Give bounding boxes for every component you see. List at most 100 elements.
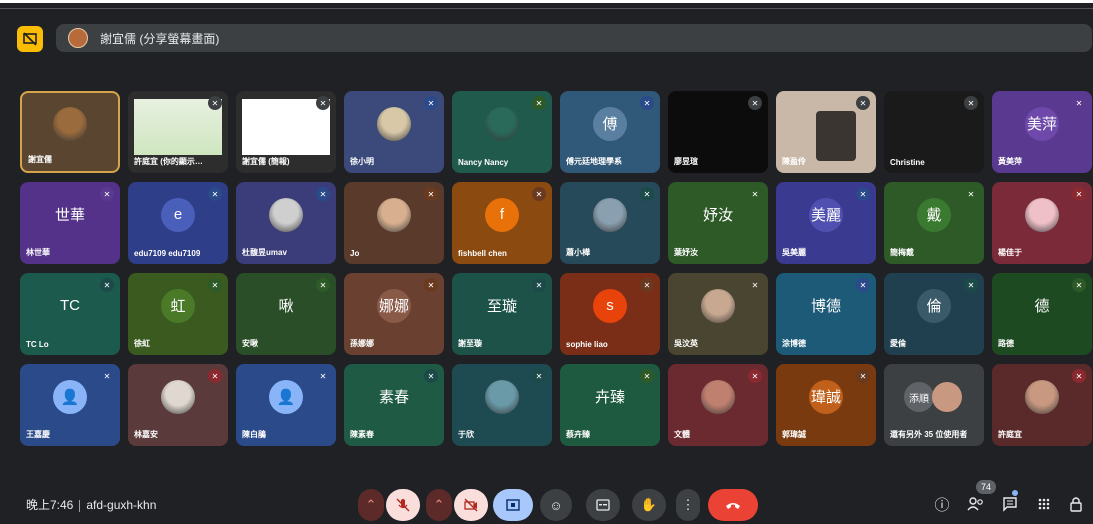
participant-initials: 妤汝 bbox=[701, 197, 735, 232]
participant-name: 陳盈伶 bbox=[782, 157, 806, 166]
participant-tile[interactable]: ✕ 謝宜儒 (簡報) bbox=[236, 91, 336, 173]
camera-toggle-button[interactable] bbox=[454, 489, 488, 521]
mic-muted-icon: ✕ bbox=[316, 187, 330, 201]
stop-presenting-button[interactable] bbox=[17, 26, 43, 52]
participant-tile[interactable]: 娜娜 ✕ 孫娜娜 bbox=[344, 273, 444, 355]
participant-tile[interactable]: ✕ 于欣 bbox=[452, 364, 552, 446]
participant-tile[interactable]: f ✕ fishbell chen bbox=[452, 182, 552, 264]
chat-button[interactable] bbox=[1000, 494, 1020, 514]
presenter-bar: 謝宜儒 (分享螢幕畫面) bbox=[56, 24, 1092, 52]
raise-hand-button[interactable]: ✋ bbox=[632, 489, 666, 521]
participant-tile[interactable]: s ✕ sophie liao bbox=[560, 273, 660, 355]
participant-tile[interactable]: ✕ 林嘉安 bbox=[128, 364, 228, 446]
participant-tile[interactable]: 世華 ✕ 林世華 bbox=[20, 182, 120, 264]
mic-muted-icon: ✕ bbox=[424, 96, 438, 110]
participant-initials: 👤 bbox=[53, 379, 87, 414]
mic-muted-icon: ✕ bbox=[856, 369, 870, 383]
participant-tile[interactable]: ✕ Nancy Nancy bbox=[452, 91, 552, 173]
participant-initials: 瑋誠 bbox=[809, 379, 843, 414]
leave-call-button[interactable] bbox=[708, 489, 758, 521]
mic-toggle-button[interactable] bbox=[386, 489, 420, 521]
more-participants-photo bbox=[932, 382, 962, 412]
meeting-info-button[interactable]: ⓘ bbox=[932, 494, 952, 514]
more-options-button[interactable]: ⋮ bbox=[676, 489, 700, 521]
camera-video-feed bbox=[816, 111, 856, 161]
participant-tile[interactable]: ✕ 陳盈伶 bbox=[776, 91, 876, 173]
participant-tile[interactable]: 妤汝 ✕ 葉妤汝 bbox=[668, 182, 768, 264]
participant-name: 葉妤汝 bbox=[674, 248, 698, 257]
participant-name: 于欣 bbox=[458, 430, 474, 439]
participant-name: 謝宜儒 (簡報) bbox=[242, 157, 290, 166]
mic-muted-icon: ✕ bbox=[532, 278, 546, 292]
people-icon bbox=[967, 497, 983, 511]
participant-tile[interactable]: 添順 還有另外 35 位使用者 bbox=[884, 364, 984, 446]
participant-tile[interactable]: ✕ Christine bbox=[884, 91, 984, 173]
participant-tile[interactable]: ✕ 許庭宜 bbox=[992, 364, 1092, 446]
participant-tile[interactable]: 卉臻 ✕ 蔡卉臻 bbox=[560, 364, 660, 446]
participant-name: Christine bbox=[890, 158, 925, 167]
participant-tile[interactable]: 虹 ✕ 徐虹 bbox=[128, 273, 228, 355]
participant-tile[interactable]: 啾 ✕ 安啾 bbox=[236, 273, 336, 355]
participant-name: 謝宜儒 bbox=[28, 155, 52, 164]
participant-name: edu7109 edu7109 bbox=[134, 249, 201, 258]
participant-tile[interactable]: ✕ 杜馥昱umav bbox=[236, 182, 336, 264]
participant-tile[interactable]: 倫 ✕ 愛倫 bbox=[884, 273, 984, 355]
participant-name: 林嘉安 bbox=[134, 430, 158, 439]
chat-icon bbox=[1003, 497, 1017, 512]
reactions-button[interactable]: ☺ bbox=[540, 489, 572, 521]
participant-name: 黃美萍 bbox=[998, 157, 1022, 166]
participant-name: 廖昱瑄 bbox=[674, 157, 698, 166]
mic-muted-icon: ✕ bbox=[424, 278, 438, 292]
participant-tile[interactable]: ✕ 廖昱瑄 bbox=[668, 91, 768, 173]
participant-initials: 素春 bbox=[377, 379, 411, 414]
more-vert-icon: ⋮ bbox=[681, 497, 695, 512]
mic-muted-icon: ✕ bbox=[316, 96, 330, 110]
mic-muted-icon: ✕ bbox=[856, 96, 870, 110]
meeting-code: afd-guxh-khn bbox=[86, 498, 157, 512]
present-now-button[interactable] bbox=[493, 489, 533, 521]
mic-muted-icon: ✕ bbox=[532, 187, 546, 201]
participant-tile[interactable]: 德 ✕ 路德 bbox=[992, 273, 1092, 355]
audio-options-button[interactable]: ⌃ bbox=[358, 489, 384, 521]
participant-tile[interactable]: 👤 ✕ 王嘉慶 bbox=[20, 364, 120, 446]
participant-tile[interactable]: 傅 ✕ 傅元廷地理學系 bbox=[560, 91, 660, 173]
info-icon: ⓘ bbox=[934, 496, 950, 514]
participant-tile[interactable]: 瑋誠 ✕ 郭瑋誠 bbox=[776, 364, 876, 446]
participant-tile[interactable]: ✕ 徐小明 bbox=[344, 91, 444, 173]
participant-tile[interactable]: e ✕ edu7109 edu7109 bbox=[128, 182, 228, 264]
participant-tile[interactable]: ✕ 楊佳于 bbox=[992, 182, 1092, 264]
mic-muted-icon: ✕ bbox=[1072, 96, 1086, 110]
participant-name: 蔡卉臻 bbox=[566, 430, 590, 439]
participant-tile[interactable]: TC ✕ TC Lo bbox=[20, 273, 120, 355]
participants-count-badge: 74 bbox=[976, 480, 996, 494]
participant-tile[interactable]: 美麗 ✕ 吳美麗 bbox=[776, 182, 876, 264]
participant-tile[interactable]: 素春 ✕ 陳素春 bbox=[344, 364, 444, 446]
participant-avatar bbox=[485, 106, 519, 141]
captions-button[interactable] bbox=[586, 489, 620, 521]
mic-muted-icon: ✕ bbox=[640, 369, 654, 383]
emoji-icon: ☺ bbox=[549, 497, 563, 513]
participant-tile[interactable]: ✕ 蕭小樺 bbox=[560, 182, 660, 264]
participant-name: 王嘉慶 bbox=[26, 430, 50, 439]
participant-tile[interactable]: 博德 ✕ 涂博德 bbox=[776, 273, 876, 355]
participant-tile[interactable]: ✕ 吳汶英 bbox=[668, 273, 768, 355]
participant-tile[interactable]: ✕ Jo bbox=[344, 182, 444, 264]
mic-muted-icon: ✕ bbox=[316, 278, 330, 292]
participant-avatar bbox=[161, 379, 195, 414]
video-options-button[interactable]: ⌃ bbox=[426, 489, 452, 521]
participant-tile[interactable]: 謝宜儒 bbox=[20, 91, 120, 173]
participant-tile[interactable]: 戴 ✕ 簡梅戴 bbox=[884, 182, 984, 264]
host-controls-button[interactable] bbox=[1066, 494, 1086, 514]
participant-avatar bbox=[593, 197, 627, 232]
participant-tile[interactable]: ✕ 文體 bbox=[668, 364, 768, 446]
clock-time: 晚上7:46 bbox=[26, 498, 74, 512]
activities-button[interactable] bbox=[1034, 494, 1054, 514]
people-button[interactable] bbox=[966, 494, 986, 514]
participant-tile[interactable]: 美萍 ✕ 黃美萍 bbox=[992, 91, 1092, 173]
apps-grid-icon bbox=[1038, 498, 1050, 510]
participant-tile[interactable]: 👤 ✕ 陳白鵑 bbox=[236, 364, 336, 446]
participant-tile[interactable]: 至璇 ✕ 謝至璇 bbox=[452, 273, 552, 355]
participant-name: Jo bbox=[350, 249, 360, 258]
participant-tile[interactable]: ✕ 許庭宜 (你的顯示… bbox=[128, 91, 228, 173]
participant-name: 孫娜娜 bbox=[350, 339, 374, 348]
